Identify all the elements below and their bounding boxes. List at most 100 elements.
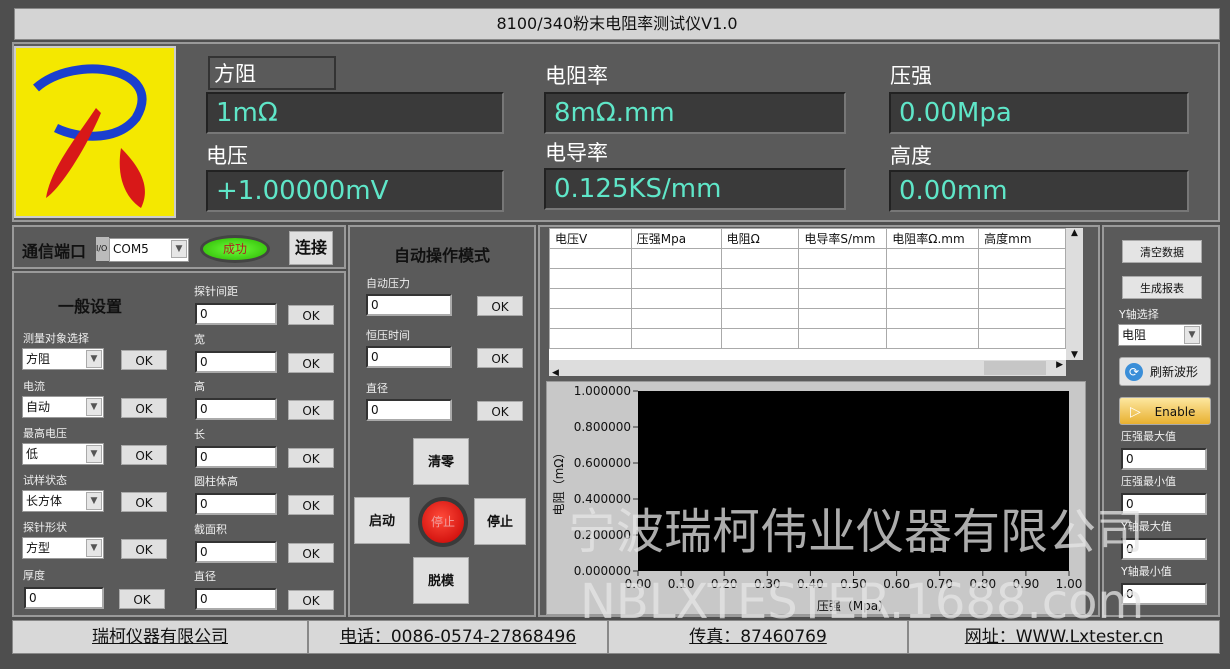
table-cell[interactable] — [549, 268, 632, 289]
setting-ok-button[interactable]: OK — [121, 398, 167, 418]
y-axis-select-label: Y轴选择 — [1119, 308, 1159, 321]
clear-data-button[interactable]: 清空数据 — [1122, 240, 1202, 263]
auto-field-ok-button[interactable]: OK — [477, 348, 523, 368]
table-row[interactable] — [549, 248, 1066, 269]
thickness-ok-button[interactable]: OK — [119, 589, 165, 609]
setting-select[interactable]: 低 ▼ — [22, 443, 104, 465]
auto-field-input[interactable]: 0 — [366, 294, 452, 316]
com-port-select[interactable]: COM5 ▼ — [109, 238, 189, 262]
horizontal-scrollbar[interactable]: ◀ ▶ — [549, 360, 1066, 378]
table-cell[interactable] — [798, 288, 888, 309]
table-cell[interactable] — [886, 328, 980, 349]
range-input[interactable]: 0 — [1121, 538, 1207, 560]
zero-button[interactable]: 清零 — [413, 438, 469, 485]
enable-button[interactable]: ▷ Enable — [1119, 397, 1211, 425]
table-cell[interactable] — [978, 248, 1066, 269]
range-input[interactable]: 0 — [1121, 448, 1207, 470]
thickness-input[interactable]: 0 — [24, 587, 104, 609]
table-cell[interactable] — [720, 248, 800, 269]
table-cell[interactable] — [886, 248, 980, 269]
connect-button[interactable]: 连接 — [289, 231, 333, 265]
column-header[interactable]: 电导率S/mm — [798, 228, 888, 249]
field-input[interactable]: 0 — [195, 350, 277, 373]
column-header[interactable]: 压强Mpa — [630, 228, 722, 249]
scroll-right-icon[interactable]: ▶ — [1056, 360, 1063, 370]
column-header[interactable]: 电阻Ω — [720, 228, 800, 249]
setting-ok-button[interactable]: OK — [121, 350, 167, 370]
field-input[interactable]: 0 — [195, 445, 277, 468]
auto-field-input[interactable]: 0 — [366, 346, 452, 368]
setting-ok-button[interactable]: OK — [121, 445, 167, 465]
setting-ok-button[interactable]: OK — [121, 492, 167, 512]
table-cell[interactable] — [798, 328, 888, 349]
setting-label: 电流 — [23, 380, 45, 393]
table-cell[interactable] — [978, 268, 1066, 289]
table-cell[interactable] — [630, 288, 722, 309]
scroll-left-icon[interactable]: ◀ — [549, 368, 559, 378]
y-axis-select[interactable]: 电阻 ▼ — [1118, 324, 1202, 346]
table-cell[interactable] — [630, 268, 722, 289]
field-input[interactable]: 0 — [195, 398, 277, 420]
y-axis-label: 电阻（mΩ） — [552, 447, 566, 516]
table-cell[interactable] — [978, 328, 1066, 349]
setting-ok-button[interactable]: OK — [121, 539, 167, 559]
field-ok-button[interactable]: OK — [288, 352, 334, 373]
footer-website[interactable]: 网址：WWW.Lxtester.cn — [908, 620, 1220, 654]
table-cell[interactable] — [886, 308, 980, 329]
table-cell[interactable] — [720, 268, 800, 289]
table-row[interactable] — [549, 268, 1066, 289]
table-cell[interactable] — [630, 328, 722, 349]
auto-field-ok-button[interactable]: OK — [477, 401, 523, 421]
table-cell[interactable] — [549, 328, 632, 349]
table-cell[interactable] — [978, 288, 1066, 309]
field-input[interactable]: 0 — [195, 303, 277, 325]
scroll-down-icon[interactable]: ▼ — [1066, 350, 1083, 360]
table-cell[interactable] — [720, 328, 800, 349]
range-input[interactable]: 0 — [1121, 493, 1207, 515]
setting-select[interactable]: 自动 ▼ — [22, 396, 104, 418]
table-cell[interactable] — [720, 288, 800, 309]
scroll-thumb[interactable] — [984, 361, 1046, 375]
field-input[interactable]: 0 — [195, 540, 277, 563]
field-ok-button[interactable]: OK — [288, 542, 334, 563]
table-cell[interactable] — [886, 288, 980, 309]
table-cell[interactable] — [886, 268, 980, 289]
table-cell[interactable] — [720, 308, 800, 329]
auto-field-ok-button[interactable]: OK — [477, 296, 523, 316]
table-cell[interactable] — [549, 248, 632, 269]
table-cell[interactable] — [630, 308, 722, 329]
field-ok-button[interactable]: OK — [288, 400, 334, 420]
scroll-up-icon[interactable]: ▲ — [1066, 228, 1083, 238]
start-button[interactable]: 启动 — [354, 497, 410, 544]
column-header[interactable]: 电压V — [549, 228, 632, 249]
vertical-scrollbar[interactable]: ▲ ▼ — [1066, 228, 1083, 360]
table-row[interactable] — [549, 308, 1066, 329]
field-input[interactable]: 0 — [195, 588, 277, 610]
generate-report-button[interactable]: 生成报表 — [1122, 276, 1202, 299]
x-tick-label: 0.10 — [668, 577, 695, 591]
column-header[interactable]: 高度mm — [978, 228, 1066, 249]
field-ok-button[interactable]: OK — [288, 447, 334, 468]
auto-field-input[interactable]: 0 — [366, 399, 452, 421]
table-cell[interactable] — [549, 308, 632, 329]
table-cell[interactable] — [978, 308, 1066, 329]
setting-select[interactable]: 方阻 ▼ — [22, 348, 104, 370]
range-input[interactable]: 0 — [1121, 583, 1207, 605]
column-header[interactable]: 电阻率Ω.mm — [886, 228, 980, 249]
field-input[interactable]: 0 — [195, 493, 277, 515]
table-row[interactable] — [549, 288, 1066, 309]
field-ok-button[interactable]: OK — [288, 305, 334, 325]
refresh-waveform-button[interactable]: ⟳ 刷新波形 — [1119, 357, 1211, 386]
table-cell[interactable] — [549, 288, 632, 309]
demold-button[interactable]: 脱模 — [413, 557, 469, 604]
stop-button[interactable]: 停止 — [474, 498, 526, 545]
setting-select[interactable]: 长方体 ▼ — [22, 490, 104, 512]
table-cell[interactable] — [798, 308, 888, 329]
setting-select[interactable]: 方型 ▼ — [22, 537, 104, 559]
table-cell[interactable] — [798, 248, 888, 269]
field-ok-button[interactable]: OK — [288, 495, 334, 515]
table-cell[interactable] — [798, 268, 888, 289]
table-cell[interactable] — [630, 248, 722, 269]
field-ok-button[interactable]: OK — [288, 590, 334, 610]
table-row[interactable] — [549, 328, 1066, 349]
